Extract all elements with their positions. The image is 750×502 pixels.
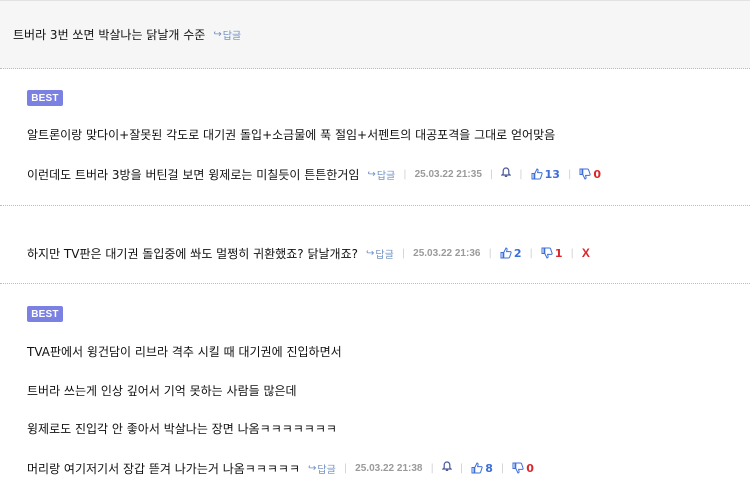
reply-button[interactable]: ↪ 답글: [308, 461, 336, 476]
divider: |: [343, 462, 348, 474]
thumbs-down-icon: [512, 462, 524, 474]
comment-text: 하지만 TV판은 대기권 돌입중에 쏴도 멀쩡히 귀환했죠? 닭날개죠?: [27, 246, 358, 261]
reply-label: 답글: [222, 30, 242, 42]
divider: |: [489, 168, 494, 180]
upvote-count: 8: [485, 461, 493, 475]
comment-text: 트버라 3번 쏘면 박살나는 닭날개 수준: [13, 27, 206, 42]
divider: |: [567, 168, 572, 180]
divider: |: [488, 247, 492, 259]
reply-arrow-icon: ↪: [308, 462, 317, 474]
divider: |: [430, 462, 434, 474]
divider: |: [500, 462, 505, 474]
comment-meta: | 25.03.22 21:38 | | 8 | 0: [336, 461, 534, 475]
comment-text: 알트론이랑 맞다이+잘못된 각도로 대기권 돌입+소금물에 푹 절임+서펜트의 …: [27, 127, 556, 142]
comment-line: 알트론이랑 맞다이+잘못된 각도로 대기권 돌입+소금물에 푹 절임+서펜트의 …: [27, 125, 555, 143]
reply-button[interactable]: ↪ 답글: [367, 167, 395, 182]
divider: |: [570, 247, 574, 259]
comment-meta: | 25.03.22 21:36 | 2 | 1 | X: [394, 246, 590, 260]
reply-label: 답글: [317, 464, 336, 476]
reply-button[interactable]: ↪ 답글: [366, 246, 394, 261]
comment-meta: | 25.03.22 21:35 | | 13 | 0: [395, 167, 601, 181]
comment-item: BEST TVA판에서 윙건담이 리브라 격추 시킬 때 대기권에 진입하면서 …: [0, 284, 750, 502]
best-badge: BEST: [27, 90, 63, 106]
comment-item: BEST 알트론이랑 맞다이+잘못된 각도로 대기권 돌입+소금물에 푹 절임+…: [0, 69, 750, 206]
divider: |: [519, 168, 523, 180]
downvote-button[interactable]: 0: [512, 462, 534, 475]
downvote-button[interactable]: 0: [579, 168, 601, 181]
delete-button[interactable]: X: [582, 246, 590, 260]
comment-text: TVA판에서 윙건담이 리브라 격추 시킬 때 대기권에 진입하면서: [27, 344, 342, 359]
comment-text: 이런데도 트버라 3방을 버틴걸 보면 윙제로는 미칠듯이 튼튼한거임: [27, 167, 360, 182]
upvote-button[interactable]: 13: [531, 168, 560, 181]
reply-label: 답글: [376, 170, 396, 182]
downvote-count: 0: [526, 461, 534, 475]
comment-text: 트버라 쓰는게 인상 깊어서 기억 못하는 사람들 많은데: [27, 383, 297, 398]
reply-arrow-icon: ↪: [367, 168, 376, 180]
comment-text: 윙제로도 진입각 안 좋아서 박살나는 장면 나옴ㅋㅋㅋㅋㅋㅋㅋ: [27, 421, 337, 436]
divider: |: [403, 168, 407, 180]
comment-item: 트버라 3번 쏘면 박살나는 닭날개 수준 ↪ 답글: [0, 0, 750, 69]
thumbs-up-icon: [471, 462, 483, 474]
comment-line: 윙제로도 진입각 안 좋아서 박살나는 장면 나옴ㅋㅋㅋㅋㅋㅋㅋ: [27, 419, 337, 437]
comment-date: 25.03.22 21:38: [355, 462, 423, 474]
bell-icon[interactable]: [441, 461, 453, 475]
upvote-count: 2: [513, 246, 522, 260]
bell-icon[interactable]: [500, 167, 512, 181]
divider: |: [529, 247, 533, 259]
thumbs-down-icon: [541, 247, 553, 259]
comment-date: 25.03.22 21:36: [413, 247, 481, 259]
upvote-count: 13: [544, 167, 560, 181]
divider: |: [459, 462, 464, 474]
reply-button[interactable]: ↪ 답글: [213, 27, 241, 42]
best-badge: BEST: [27, 306, 63, 322]
comment-line: 이런데도 트버라 3방을 버틴걸 보면 윙제로는 미칠듯이 튼튼한거임 ↪ 답글…: [27, 165, 601, 183]
downvote-button[interactable]: 1: [541, 247, 563, 260]
upvote-button[interactable]: 2: [500, 246, 522, 260]
downvote-count: 0: [593, 167, 601, 181]
comment-line: 트버라 3번 쏘면 박살나는 닭날개 수준 ↪ 답글: [13, 25, 241, 43]
reply-label: 답글: [375, 249, 394, 261]
comment-text: 머리랑 여기저기서 장갑 뜯겨 나가는거 나옴ㅋㅋㅋㅋㅋ: [27, 461, 300, 476]
comment-date: 25.03.22 21:35: [414, 168, 482, 180]
thumbs-up-icon: [500, 247, 512, 259]
comment-item: 하지만 TV판은 대기권 돌입중에 쏴도 멀쩡히 귀환했죠? 닭날개죠? ↪ 답…: [0, 206, 750, 284]
comment-line: TVA판에서 윙건담이 리브라 격추 시킬 때 대기권에 진입하면서: [27, 342, 342, 360]
thumbs-down-icon: [579, 168, 591, 180]
upvote-button[interactable]: 8: [471, 462, 493, 475]
reply-arrow-icon: ↪: [213, 28, 222, 40]
thumbs-up-icon: [531, 168, 543, 180]
reply-arrow-icon: ↪: [365, 247, 375, 259]
comment-line: 머리랑 여기저기서 장갑 뜯겨 나가는거 나옴ㅋㅋㅋㅋㅋ ↪ 답글 | 25.0…: [27, 459, 534, 477]
divider: |: [401, 247, 406, 259]
comment-line: 하지만 TV판은 대기권 돌입중에 쏴도 멀쩡히 귀환했죠? 닭날개죠? ↪ 답…: [27, 244, 590, 262]
comment-line: 트버라 쓰는게 인상 깊어서 기억 못하는 사람들 많은데: [27, 381, 297, 399]
downvote-count: 1: [554, 246, 563, 260]
